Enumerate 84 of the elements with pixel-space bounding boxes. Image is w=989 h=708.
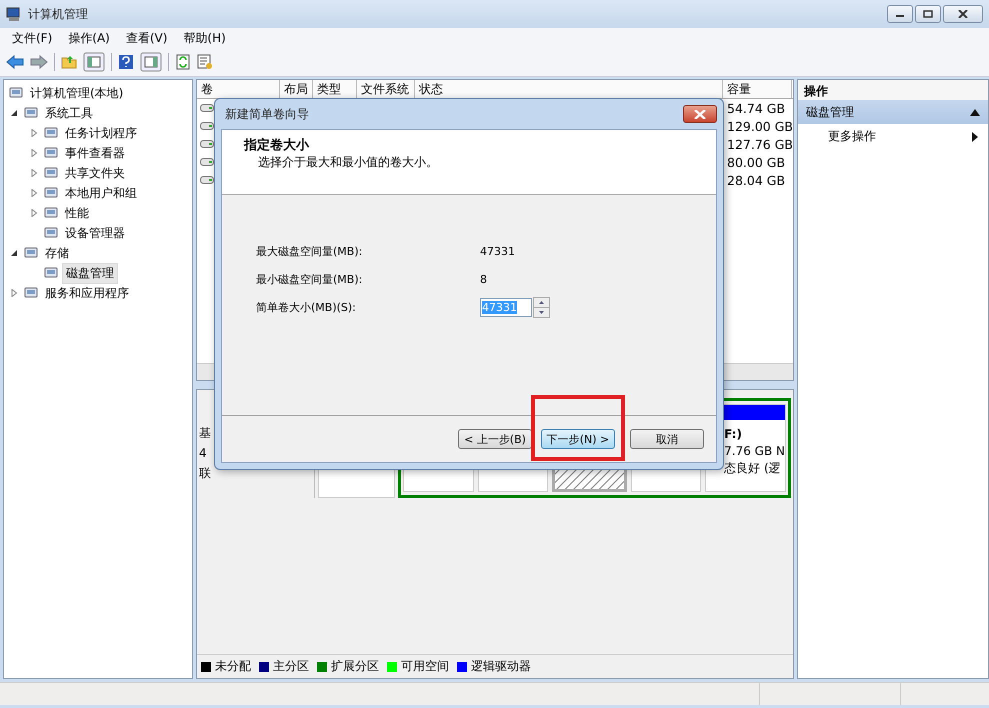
- close-icon: [958, 10, 968, 18]
- close-button[interactable]: [683, 105, 717, 123]
- wizard-button[interactable]: 下一步(N) >: [541, 429, 615, 449]
- tree-item[interactable]: 服务和应用程序: [42, 284, 132, 302]
- column-header[interactable]: 卷: [197, 80, 280, 98]
- properties-icon[interactable]: [197, 54, 213, 70]
- dialog-title: 新建简单卷向导: [225, 106, 309, 122]
- action-section-header[interactable]: 磁盘管理: [798, 100, 988, 124]
- table-cell: 129.00 GB: [727, 118, 793, 134]
- field-value: 8: [480, 272, 487, 286]
- panel-icon[interactable]: [140, 52, 162, 72]
- menu-item[interactable]: 文件(F): [12, 30, 52, 46]
- tree-item[interactable]: 性能: [62, 204, 92, 222]
- partition-info-text: F:): [724, 426, 743, 443]
- field-label: 最大磁盘空间量(MB):: [256, 244, 364, 258]
- tree-item[interactable]: 事件查看器: [62, 144, 128, 162]
- partition-info-text: 7.76 GB N: [724, 443, 785, 460]
- table-cell: 127.76 GB: [727, 136, 793, 152]
- column-header[interactable]: 类型: [313, 80, 357, 98]
- close-button[interactable]: [943, 5, 983, 23]
- tree-item[interactable]: 存储: [42, 244, 72, 262]
- menu-item[interactable]: 操作(A): [68, 30, 110, 46]
- expand-arrow-icon[interactable]: [30, 189, 38, 197]
- panel-icon[interactable]: [83, 52, 105, 72]
- maximize-icon: [923, 10, 933, 18]
- forward-icon[interactable]: [30, 55, 48, 69]
- disk-info-text: 联: [199, 465, 212, 482]
- column-header[interactable]: 容量: [723, 80, 792, 98]
- drive-icon: [200, 176, 214, 184]
- column-header[interactable]: 状态: [415, 80, 723, 98]
- menu-item[interactable]: 帮助(H): [183, 30, 226, 46]
- tree-item[interactable]: 磁盘管理: [62, 262, 118, 284]
- wizard-button[interactable]: 取消: [630, 429, 704, 449]
- drive-icon: [200, 104, 214, 112]
- tree-item[interactable]: 系统工具: [42, 104, 96, 122]
- disk-info-text: 基: [199, 425, 212, 442]
- expand-arrow-icon[interactable]: [30, 149, 38, 157]
- column-header[interactable]: 布局: [280, 80, 313, 98]
- legend-label: 未分配: [215, 658, 251, 675]
- legend-label: 扩展分区: [331, 658, 379, 675]
- table-cell: 28.04 GB: [727, 172, 786, 188]
- tree-item[interactable]: 任务计划程序: [62, 124, 140, 142]
- expand-arrow-icon[interactable]: [30, 129, 38, 137]
- table-cell: 54.74 GB: [727, 100, 786, 116]
- menu-item[interactable]: 查看(V): [126, 30, 168, 46]
- spin-arrows-icon[interactable]: [533, 296, 550, 318]
- expand-arrow-icon[interactable]: [30, 209, 38, 217]
- table-cell: 80.00 GB: [727, 154, 786, 170]
- pane-title: 操作: [798, 80, 988, 100]
- close-icon: [694, 110, 706, 118]
- maximize-button[interactable]: [915, 5, 941, 23]
- refresh-icon[interactable]: [175, 54, 191, 70]
- window-title: 计算机管理: [28, 6, 88, 22]
- tree-item[interactable]: 设备管理器: [62, 224, 128, 242]
- field-label: 简单卷大小(MB)(S):: [256, 300, 357, 314]
- field-value: 47331: [480, 244, 515, 258]
- step-title: 指定卷大小: [244, 136, 310, 154]
- legend-label: 逻辑驱动器: [471, 658, 531, 675]
- collapse-triangle-icon: [970, 108, 980, 116]
- drive-icon: [200, 158, 214, 166]
- expand-arrow-icon[interactable]: [10, 289, 18, 297]
- tree-item[interactable]: 本地用户和组: [62, 184, 140, 202]
- submenu-arrow-icon: [972, 132, 978, 142]
- drive-icon: [200, 140, 214, 148]
- legend-label: 可用空间: [401, 658, 449, 675]
- wizard-button[interactable]: < 上一步(B): [458, 429, 532, 449]
- collapse-arrow-icon[interactable]: [10, 109, 18, 117]
- tree-item[interactable]: 计算机管理(本地): [27, 84, 126, 102]
- help-icon[interactable]: [118, 54, 134, 70]
- folder-icon[interactable]: [61, 54, 77, 70]
- expand-arrow-icon[interactable]: [30, 169, 38, 177]
- column-header[interactable]: 文件系统: [357, 80, 415, 98]
- tree-item[interactable]: 共享文件夹: [62, 164, 128, 182]
- step-description: 选择介于最大和最小值的卷大小。: [257, 154, 439, 171]
- legend-label: 主分区: [273, 658, 309, 675]
- back-icon[interactable]: [6, 55, 24, 69]
- action-link[interactable]: 更多操作: [828, 128, 876, 145]
- partition-info-text: 态良好 (逻: [724, 460, 782, 477]
- disk-info-text: 4: [199, 445, 208, 462]
- field-label: 最小磁盘空间量(MB):: [256, 272, 364, 286]
- collapse-arrow-icon[interactable]: [10, 249, 18, 257]
- computer-icon: [6, 6, 22, 22]
- drive-icon: [200, 122, 214, 130]
- minimize-button[interactable]: [887, 5, 913, 23]
